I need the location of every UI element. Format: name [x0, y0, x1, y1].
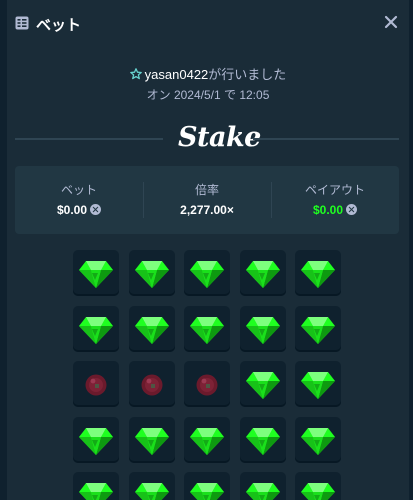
bet-stats-panel: ベット $0.00 倍率 2,277.00× ペイアウト $0.00: [15, 166, 399, 234]
tile-gem: [239, 250, 286, 296]
modal-title: ベット: [36, 17, 82, 34]
stat-payout-value: $0.00: [312, 203, 344, 217]
gem-icon: [190, 316, 224, 344]
tile-gem: [239, 416, 286, 463]
tile-gem: [239, 361, 286, 407]
tile-gem: [239, 472, 286, 500]
tile-gem: [128, 416, 175, 463]
tile-gem: [295, 416, 341, 463]
stat-bet-value-row: $0.00: [15, 203, 143, 217]
stat-payout-label: ペイアウト: [304, 183, 365, 197]
stat-multiplier-label: 倍率: [194, 183, 219, 197]
gem-icon: [79, 483, 113, 500]
background-edge-right: [409, 0, 413, 500]
background-edge-left: [0, 0, 7, 500]
gem-icon: [134, 261, 169, 288]
tile-gem: [73, 305, 119, 352]
gem-icon: [301, 372, 335, 399]
bettor-line: yasan0422が行いました: [7, 64, 409, 83]
tile-gem: [295, 472, 341, 500]
vip-star-icon: [129, 68, 142, 80]
tile-gem: [184, 305, 230, 352]
gem-icon: [190, 261, 224, 288]
tile-gem: [184, 250, 230, 296]
stat-multiplier: 倍率 2,277.00×: [143, 166, 271, 234]
stat-payout: ペイアウト $0.00: [271, 166, 399, 234]
stat-bet-value: $0.00: [56, 203, 88, 217]
gem-icon: [245, 372, 280, 399]
close-icon[interactable]: [384, 15, 398, 29]
gem-icon: [134, 316, 169, 344]
gem-icon: [301, 316, 335, 344]
mine-icon: [85, 374, 107, 396]
bet-modal: ベット yasan0422が行いました オン 2024/5/1 で 12:05 …: [7, 0, 409, 500]
username-link[interactable]: yasan0422: [145, 67, 209, 82]
stat-multiplier-value: 2,277.00×: [180, 203, 234, 217]
bet-slip-icon: [15, 16, 29, 30]
stat-bet-label: ベット: [60, 183, 97, 197]
gem-icon: [134, 427, 169, 455]
stat-bet: ベット $0.00: [15, 166, 143, 234]
gem-icon: [245, 261, 280, 288]
divider-line-left: [15, 138, 163, 140]
tile-gem: [184, 472, 230, 500]
brand-divider: Stake: [15, 122, 399, 156]
gem-icon: [301, 427, 335, 455]
tile-gem: [128, 472, 175, 500]
gem-icon: [301, 483, 335, 500]
tile-gem: [73, 250, 119, 296]
tile-gem: [295, 250, 341, 296]
gem-icon: [245, 427, 280, 455]
gem-icon: [134, 483, 169, 500]
tile-gem: [73, 416, 119, 463]
gem-icon: [245, 316, 280, 344]
gem-icon: [190, 427, 224, 455]
coin-icon: [90, 204, 102, 215]
tile-mine: [128, 361, 175, 407]
gem-icon: [245, 483, 280, 500]
modal-header: ベット: [7, 0, 409, 46]
tile-mine: [73, 361, 119, 407]
tile-gem: [73, 472, 119, 500]
gem-icon: [79, 261, 113, 288]
gem-icon: [301, 261, 335, 288]
coin-icon: [346, 204, 358, 215]
stake-logo: Stake: [178, 122, 261, 153]
bet-action-text: が行いました: [208, 67, 287, 82]
tile-gem: [128, 305, 175, 352]
tile-gem: [239, 305, 286, 352]
mine-icon: [196, 374, 218, 396]
gem-icon: [79, 427, 113, 455]
tile-gem: [295, 305, 341, 352]
bet-date: オン 2024/5/1 で 12:05: [146, 88, 270, 102]
tile-mine: [184, 361, 230, 407]
tile-gem: [184, 416, 230, 463]
tile-gem: [295, 361, 341, 407]
tile-gem: [128, 250, 175, 296]
stat-payout-value-row: $0.00: [271, 203, 399, 217]
mine-icon: [141, 374, 162, 396]
divider-line-right: [253, 138, 399, 140]
gem-icon: [79, 316, 113, 344]
gem-icon: [190, 483, 224, 500]
